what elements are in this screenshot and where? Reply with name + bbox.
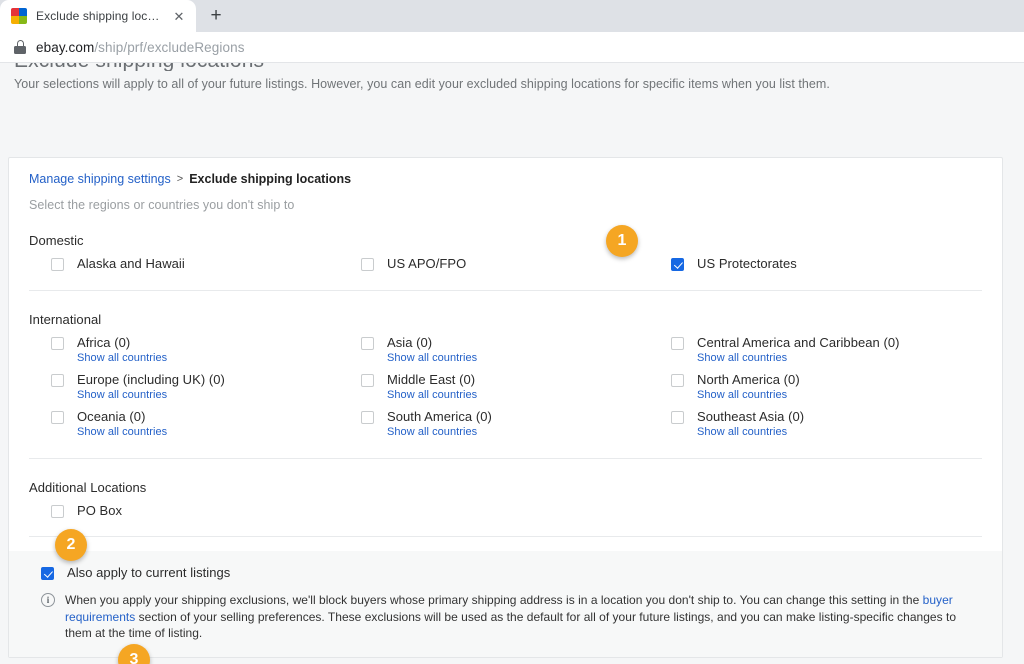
domestic-options: Alaska and Hawaii US APO/FPO US Protecto… xyxy=(29,256,982,271)
annotation-badge-2: 2 xyxy=(55,529,87,561)
page-content: Exclude shipping locations Your selectio… xyxy=(0,63,1024,664)
checkbox-middle-east[interactable] xyxy=(361,374,374,387)
checkbox-south-america[interactable] xyxy=(361,411,374,424)
url-path: /ship/prf/excludeRegions xyxy=(94,39,245,55)
checkbox-label: South America (0) xyxy=(387,409,492,424)
show-all-countries-link-north-america[interactable]: Show all countries xyxy=(697,389,800,402)
browser-chrome: Exclude shipping locations ✕ + ebay.com/… xyxy=(0,0,1024,63)
checkbox-row-north-america[interactable]: North America (0) Show all countries xyxy=(649,372,982,402)
breadcrumb-current: Exclude shipping locations xyxy=(189,172,352,186)
checkbox-label: Also apply to current listings xyxy=(67,565,231,580)
international-options: Africa (0) Show all countries Asia (0) S… xyxy=(29,335,982,439)
show-all-countries-link-oceania[interactable]: Show all countries xyxy=(77,426,167,439)
checkbox-label: US Protectorates xyxy=(697,256,797,271)
checkbox-oceania[interactable] xyxy=(51,411,64,424)
close-icon[interactable]: ✕ xyxy=(171,8,187,24)
checkbox-label: Alaska and Hawaii xyxy=(77,256,185,271)
checkbox-alaska-and-hawaii[interactable] xyxy=(51,258,64,271)
show-all-countries-link-asia[interactable]: Show all countries xyxy=(387,352,477,365)
info-text-before: When you apply your shipping exclusions,… xyxy=(65,593,923,607)
breadcrumb-separator: > xyxy=(176,173,184,185)
divider xyxy=(29,536,982,537)
checkbox-row-africa[interactable]: Africa (0) Show all countries xyxy=(29,335,339,365)
tab-strip: Exclude shipping locations ✕ + xyxy=(0,0,1024,32)
show-all-countries-link-middle-east[interactable]: Show all countries xyxy=(387,389,477,402)
url-host: ebay.com xyxy=(36,39,95,55)
checkbox-row-po-box[interactable]: PO Box xyxy=(29,503,339,518)
page-title: Exclude shipping locations xyxy=(14,63,1010,71)
checkbox-north-america[interactable] xyxy=(671,374,684,387)
apply-to-current-listings-panel: Also apply to current listings i When yo… xyxy=(9,551,1002,657)
checkbox-europe-including-uk[interactable] xyxy=(51,374,64,387)
checkbox-row-oceania[interactable]: Oceania (0) Show all countries xyxy=(29,409,339,439)
section-title-additional-locations: Additional Locations xyxy=(29,480,147,495)
checkbox-asia[interactable] xyxy=(361,337,374,350)
checkbox-also-apply-to-current-listings[interactable] xyxy=(41,567,54,580)
browser-tab[interactable]: Exclude shipping locations ✕ xyxy=(0,0,196,32)
divider xyxy=(29,458,982,459)
show-all-countries-link-africa[interactable]: Show all countries xyxy=(77,352,167,365)
exclude-locations-card: Manage shipping settings > Exclude shipp… xyxy=(8,157,1003,658)
checkbox-row-south-america[interactable]: South America (0) Show all countries xyxy=(339,409,649,439)
checkbox-po-box[interactable] xyxy=(51,505,64,518)
page-subtitle: Your selections will apply to all of you… xyxy=(14,77,830,91)
info-message: i When you apply your shipping exclusion… xyxy=(29,592,982,642)
checkbox-label: Europe (including UK) (0) xyxy=(77,372,225,387)
checkbox-us-protectorates[interactable] xyxy=(671,258,684,271)
show-all-countries-link-europe-including-uk[interactable]: Show all countries xyxy=(77,389,225,402)
helper-text: Select the regions or countries you don'… xyxy=(29,198,295,212)
checkbox-africa[interactable] xyxy=(51,337,64,350)
checkbox-label: North America (0) xyxy=(697,372,800,387)
checkbox-label: Oceania (0) xyxy=(77,409,146,424)
checkbox-row-also-apply-to-current-listings[interactable]: Also apply to current listings xyxy=(29,565,982,580)
ebay-logo-icon xyxy=(11,8,27,24)
checkbox-label: Asia (0) xyxy=(387,335,433,350)
checkbox-label: Central America and Caribbean (0) xyxy=(697,335,900,350)
breadcrumb: Manage shipping settings > Exclude shipp… xyxy=(29,172,982,186)
info-text-after: section of your selling preferences. The… xyxy=(65,609,957,641)
info-icon: i xyxy=(41,593,55,607)
checkbox-row-us-apo-fpo[interactable]: US APO/FPO xyxy=(339,256,649,271)
checkbox-row-central-america-and-caribbean[interactable]: Central America and Caribbean (0) Show a… xyxy=(649,335,982,365)
url-text: ebay.com/ship/prf/excludeRegions xyxy=(36,40,245,55)
tab-title: Exclude shipping locations xyxy=(36,9,162,23)
checkbox-central-america-and-caribbean[interactable] xyxy=(671,337,684,350)
checkbox-label: PO Box xyxy=(77,503,123,518)
annotation-badge-1: 1 xyxy=(606,225,638,257)
checkbox-label: Middle East (0) xyxy=(387,372,476,387)
info-text: When you apply your shipping exclusions,… xyxy=(65,592,982,642)
additional-options: PO Box xyxy=(29,503,982,518)
checkbox-row-europe-including-uk[interactable]: Europe (including UK) (0) Show all count… xyxy=(29,372,339,402)
checkbox-row-middle-east[interactable]: Middle East (0) Show all countries xyxy=(339,372,649,402)
checkbox-row-alaska-and-hawaii[interactable]: Alaska and Hawaii xyxy=(29,256,339,271)
show-all-countries-link-south-america[interactable]: Show all countries xyxy=(387,426,492,439)
divider xyxy=(29,290,982,291)
section-title-international: International xyxy=(29,312,102,327)
checkbox-row-us-protectorates[interactable]: US Protectorates xyxy=(649,256,982,271)
address-bar[interactable]: ebay.com/ship/prf/excludeRegions xyxy=(0,32,1024,63)
checkbox-row-asia[interactable]: Asia (0) Show all countries xyxy=(339,335,649,365)
show-all-countries-link-central-america-and-caribbean[interactable]: Show all countries xyxy=(697,352,900,365)
lock-icon xyxy=(14,40,26,54)
checkbox-southeast-asia[interactable] xyxy=(671,411,684,424)
new-tab-button[interactable]: + xyxy=(202,2,230,30)
checkbox-row-southeast-asia[interactable]: Southeast Asia (0) Show all countries xyxy=(649,409,982,439)
breadcrumb-link-manage-shipping-settings[interactable]: Manage shipping settings xyxy=(29,172,171,186)
checkbox-label: Africa (0) xyxy=(77,335,131,350)
page-header: Exclude shipping locations Your selectio… xyxy=(0,63,1024,91)
checkbox-label: Southeast Asia (0) xyxy=(697,409,805,424)
show-all-countries-link-southeast-asia[interactable]: Show all countries xyxy=(697,426,804,439)
checkbox-label: US APO/FPO xyxy=(387,256,467,271)
checkbox-us-apo-fpo[interactable] xyxy=(361,258,374,271)
section-title-domestic: Domestic xyxy=(29,233,84,248)
